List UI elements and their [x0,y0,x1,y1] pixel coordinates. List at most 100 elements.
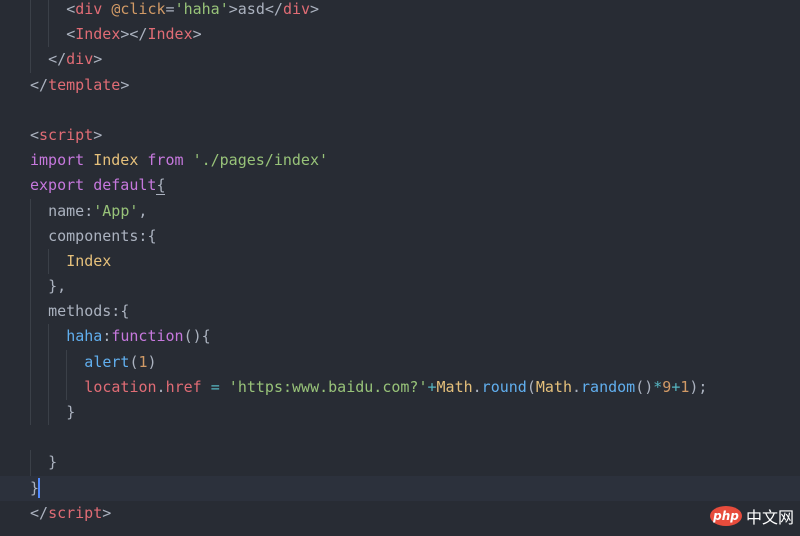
code-token: { [120,302,130,321]
code-token: = [165,0,175,18]
code-token: > [310,0,320,18]
code-token: . [571,377,582,396]
code-token: script [39,125,94,144]
code-token: } [48,453,58,472]
code-token: Index [93,151,139,170]
code-token: 'https:www.baidu.com?' [228,377,428,396]
code-token: () [635,377,654,396]
code-line[interactable]: import Index from './pages/index' [30,148,800,173]
code-token: + [427,377,437,396]
code-line[interactable]: </script> [30,501,800,526]
code-token: Math [436,377,473,396]
code-token: = [210,377,220,396]
code-line[interactable]: components:{ [30,223,800,249]
code-token: default [93,176,157,195]
code-token: Index [66,251,112,270]
code-line[interactable] [30,425,800,450]
code-token: div [75,0,103,18]
code-area[interactable]: <div @click='haha'>asd</div> <Index></Ind… [0,0,800,526]
code-line[interactable] [30,98,800,123]
indent-guide [30,349,84,375]
code-token: alert [84,352,130,371]
code-token: Index [147,25,193,44]
watermark: php 中文网 [709,504,794,528]
code-token: 'haha' [174,0,229,18]
code-token: + [671,377,681,396]
code-token: </ [30,75,49,94]
code-token: < [66,25,76,44]
code-token: ); [689,377,708,396]
code-token: round [481,377,527,396]
code-line[interactable]: } [30,400,800,426]
code-token: Math [535,377,572,396]
code-token: > [192,25,202,44]
code-token: < [66,0,76,18]
code-token: }, [48,277,67,296]
code-token: > [120,75,130,94]
indent-guide [30,299,48,325]
code-token: 1 [138,352,148,371]
code-token: @click [111,0,166,18]
code-token: 9 [662,377,672,396]
code-token: ></ [120,25,148,44]
code-token: . [156,377,166,396]
indent-guide [30,248,66,275]
code-token: < [30,125,40,144]
code-token: from [147,151,184,170]
code-line[interactable]: haha:function(){ [30,324,800,350]
code-token: : [102,327,112,346]
code-line[interactable]: methods:{ [30,299,800,325]
indent-guide [30,400,66,426]
code-line[interactable]: <div @click='haha'>asd</div> [30,0,800,23]
code-line[interactable]: } [0,475,800,501]
code-token: </ [264,0,283,18]
indent-guide [30,223,48,249]
code-token: asd [237,0,265,18]
code-token: function [111,327,184,346]
code-editor[interactable]: <div @click='haha'>asd</div> <Index></Ind… [0,0,800,536]
code-token: haha [66,327,103,346]
indent-guide [30,274,48,300]
code-line[interactable]: <script> [30,123,800,148]
indent-guide [30,22,66,48]
code-line[interactable]: <Index></Index> [30,22,800,48]
code-token: components: [48,226,148,245]
code-token: { [156,176,166,196]
code-line[interactable]: }, [30,274,800,300]
code-line[interactable]: location.href = 'https:www.baidu.com?'+M… [30,374,800,400]
code-token: > [93,125,103,144]
code-token: </ [30,503,49,522]
code-token: methods: [48,302,121,321]
code-line[interactable]: </div> [30,47,800,73]
code-token: > [228,0,238,18]
code-line[interactable]: } [30,450,800,476]
code-token: (){ [183,327,211,346]
code-token: export [30,176,85,195]
code-line[interactable]: Index [30,248,800,275]
code-line[interactable]: name:'App', [30,198,800,224]
code-token: > [102,503,112,522]
code-token: , [138,201,148,220]
code-token: div [282,0,311,18]
code-token: div [66,50,94,69]
code-token: './pages/index' [192,151,329,170]
code-token: ) [147,352,157,371]
code-line[interactable]: </template> [30,73,800,98]
indent-guide [30,374,84,400]
code-line[interactable]: alert(1) [30,349,800,375]
code-token: * [653,377,663,396]
indent-guide [30,47,48,73]
code-token: href [165,377,202,396]
code-token: } [66,403,76,421]
code-token: . [472,377,482,396]
code-token: </ [48,50,67,69]
code-line[interactable]: export default{ [30,173,800,198]
code-token: 'App' [93,201,139,220]
indent-guide [30,450,48,476]
php-logo-icon: php [709,506,742,526]
